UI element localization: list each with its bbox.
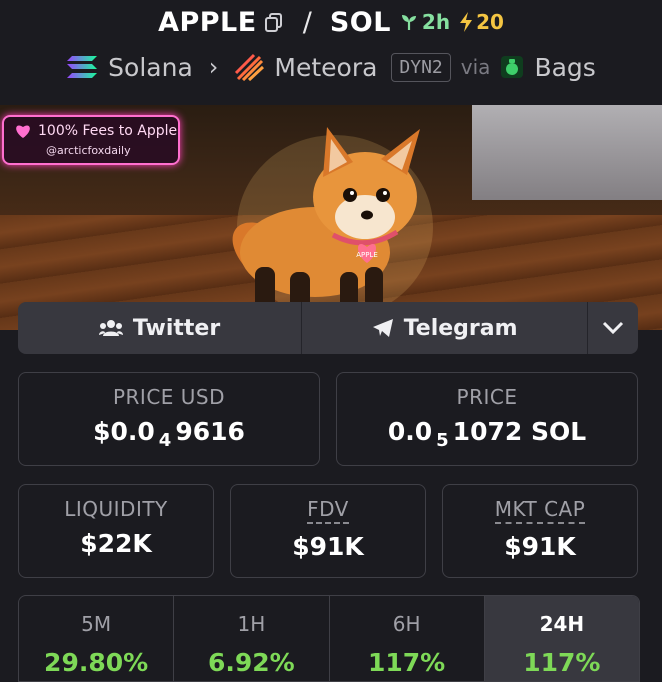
users-icon — [98, 320, 123, 336]
banner-background-window — [472, 105, 662, 200]
tab-label: 24H — [539, 612, 585, 636]
heart-icon — [16, 125, 30, 138]
twitter-button[interactable]: Twitter — [18, 302, 303, 354]
price-native-label: PRICE — [456, 385, 518, 409]
chevron-right-icon: › — [208, 53, 219, 81]
copy-icon[interactable] — [263, 11, 285, 33]
boost-count-value: 20 — [476, 10, 504, 34]
lightning-icon — [460, 12, 473, 32]
telegram-icon — [372, 319, 393, 337]
sprout-icon — [401, 15, 416, 30]
liquidity-card: LIQUIDITY $22K — [18, 484, 214, 578]
twitter-label: Twitter — [132, 315, 221, 341]
price-native-card: PRICE 0.0 5 1072 SOL — [336, 372, 638, 466]
price-change-value: 117% — [523, 648, 601, 677]
token-banner-image: APPLE 100% Fees to Apple @arcticfoxdaily — [0, 105, 662, 330]
price-native-value: 0.0 5 1072 SOL — [387, 417, 587, 451]
price-usd-card: PRICE USD $0.0 4 9616 — [18, 372, 320, 466]
pair-age: 2h — [399, 10, 450, 34]
base-token-symbol: APPLE — [158, 6, 257, 38]
liquidity-value: $22K — [80, 529, 152, 558]
banner-handle: @arcticfoxdaily — [46, 144, 131, 157]
via-label: via — [460, 55, 491, 79]
liquidity-label: LIQUIDITY — [64, 497, 168, 521]
solana-icon — [67, 56, 98, 78]
quote-token-symbol: SOL — [329, 6, 391, 38]
telegram-label: Telegram — [403, 315, 518, 341]
chain-name[interactable]: Solana — [108, 53, 193, 82]
breadcrumb: Solana › Meteora DYN2 via Bags — [0, 48, 662, 86]
pair-age-value: 2h — [421, 10, 451, 34]
tab-1h[interactable]: 1H 6.92% — [174, 596, 330, 681]
meteora-icon — [235, 53, 265, 81]
tab-6h[interactable]: 6H 117% — [330, 596, 485, 681]
more-links-button[interactable] — [588, 302, 638, 354]
pair-title-row: APPLE / SOL 2h 20 — [0, 4, 662, 40]
fdv-value: $91K — [292, 532, 364, 561]
tab-label: 6H — [392, 612, 421, 636]
tab-24h[interactable]: 24H 117% — [484, 596, 639, 681]
pair-separator: / — [302, 6, 312, 38]
market-cap-card[interactable]: MKT CAP $91K — [442, 484, 638, 578]
pool-type-badge: DYN2 — [391, 52, 451, 82]
tab-label: 1H — [237, 612, 266, 636]
price-usd-value: $0.0 4 9616 — [93, 417, 245, 451]
chevron-down-icon — [603, 321, 624, 335]
price-change-tabs: 5M 29.80% 1H 6.92% 6H 117% 24H 117% — [18, 595, 640, 682]
market-cap-label: MKT CAP — [494, 497, 586, 524]
market-cap-value: $91K — [504, 532, 576, 561]
price-change-value: 29.80% — [44, 648, 149, 677]
dex-name[interactable]: Meteora — [274, 53, 377, 82]
price-change-value: 117% — [368, 648, 446, 677]
launchpad-name[interactable]: Bags — [534, 53, 595, 82]
boost-count[interactable]: 20 — [458, 10, 504, 34]
money-bag-icon — [501, 56, 524, 78]
fees-text: 100% Fees to Apple — [38, 123, 178, 139]
price-usd-label: PRICE USD — [112, 385, 226, 409]
pair-header: APPLE / SOL 2h 20 Solana › Meteora DYN2 … — [0, 0, 662, 100]
price-change-value: 6.92% — [208, 648, 295, 677]
fdv-label: FDV — [307, 497, 349, 524]
tab-label: 5M — [81, 612, 112, 636]
social-links: Twitter Telegram — [18, 302, 638, 354]
fees-badge: 100% Fees to Apple @arcticfoxdaily — [2, 115, 180, 165]
tab-5m[interactable]: 5M 29.80% — [19, 596, 175, 681]
fdv-card[interactable]: FDV $91K — [230, 484, 426, 578]
fox-illustration: APPLE — [232, 127, 433, 319]
collar-tag-text: APPLE — [356, 251, 378, 259]
telegram-button[interactable]: Telegram — [302, 302, 589, 354]
